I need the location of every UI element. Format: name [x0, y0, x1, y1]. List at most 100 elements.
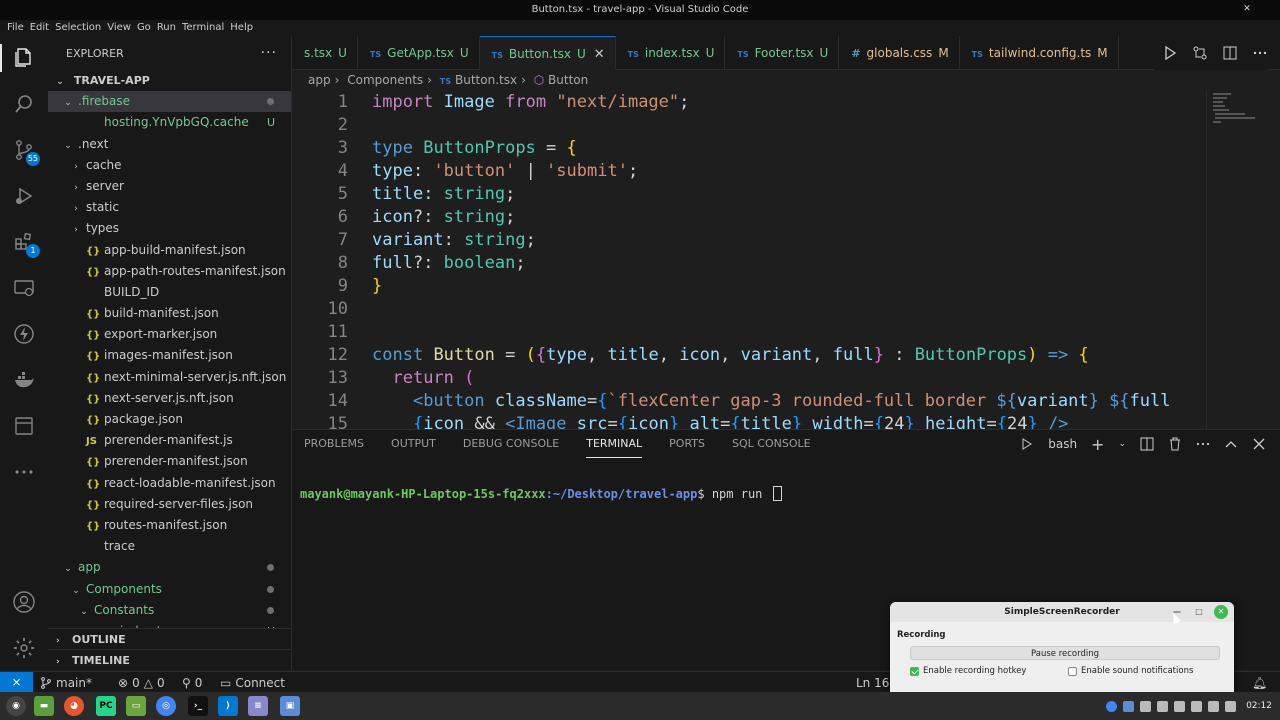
panel-tab-ports[interactable]: PORTS	[669, 430, 705, 458]
editor-tab[interactable]: TS Footer.tsx U	[725, 36, 840, 70]
close-panel-icon[interactable]	[1252, 437, 1266, 451]
tree-file[interactable]: {} routes-manifest.json	[48, 515, 291, 536]
shield-icon[interactable]	[1191, 700, 1203, 712]
tree-folder[interactable]: › cache	[48, 155, 291, 176]
pause-recording-button[interactable]: Pause recording	[910, 646, 1220, 660]
tree-file[interactable]: {} next-minimal-server.js.nft.json	[48, 367, 291, 388]
volume-icon[interactable]	[1174, 700, 1186, 712]
tree-file[interactable]: {} export-marker.json	[48, 324, 291, 345]
explorer-icon[interactable]	[0, 42, 40, 74]
tree-file[interactable]: hosting.YnVpbGQ.cache U	[48, 112, 291, 133]
minimap[interactable]	[1206, 91, 1280, 429]
connect-button[interactable]: ▭ Connect	[220, 672, 285, 693]
menu-view[interactable]: View	[104, 20, 134, 36]
close-tab-icon[interactable]: ✕	[594, 47, 605, 62]
cursor-position[interactable]: Ln 16,	[856, 672, 893, 693]
folder-icon[interactable]: ▭	[126, 696, 146, 716]
menu-file[interactable]: File	[4, 20, 27, 36]
window-close-button[interactable]: ✕	[1240, 3, 1254, 17]
terminal-dropdown-icon[interactable]: ⌄	[1118, 439, 1126, 449]
search-icon[interactable]	[8, 88, 40, 120]
start-menu-icon[interactable]: ◉	[6, 696, 26, 716]
breadcrumb-item[interactable]: Button	[548, 73, 588, 87]
screen-recorder-icon[interactable]: ▣	[280, 696, 300, 716]
code-line[interactable]: 4 type: 'button' | 'submit';	[292, 160, 638, 183]
tree-file[interactable]: {} app-build-manifest.json	[48, 240, 291, 261]
tree-folder[interactable]: ⌄ Components	[48, 579, 291, 600]
sound-checkbox[interactable]	[1068, 666, 1077, 676]
outline-section[interactable]: › OUTLINE	[48, 628, 291, 649]
remote-explorer-icon[interactable]	[8, 272, 40, 304]
menu-selection[interactable]: Selection	[52, 20, 104, 36]
editor-tab[interactable]: TS GetApp.tsx U	[358, 36, 480, 70]
panel-tab-problems[interactable]: PROBLEMS	[304, 430, 364, 458]
code-line[interactable]: 15 {icon && <Image src={icon} alt={title…	[292, 413, 1069, 429]
firefox-icon[interactable]: ◕	[64, 696, 84, 716]
menu-go[interactable]: Go	[134, 20, 154, 36]
panel-tab-output[interactable]: OUTPUT	[391, 430, 436, 458]
menu-help[interactable]: Help	[227, 20, 256, 36]
wifi-icon[interactable]	[1208, 700, 1220, 712]
tree-folder[interactable]: ⌄ .next	[48, 134, 291, 155]
panel-tab-debug-console[interactable]: DEBUG CONSOLE	[463, 430, 559, 458]
timeline-section[interactable]: › TIMELINE	[48, 649, 291, 670]
tree-file[interactable]: JS prerender-manifest.js	[48, 430, 291, 451]
code-line[interactable]: 3 type ButtonProps = {	[292, 137, 577, 160]
editor-more-icon[interactable]	[1252, 45, 1268, 61]
panel-more-icon[interactable]	[1196, 437, 1210, 451]
notifications-icon[interactable]: 🔔︎	[1252, 672, 1267, 693]
editor-tab[interactable]: s.tsx U	[292, 36, 358, 70]
maximize-panel-icon[interactable]	[1224, 437, 1238, 451]
code-line[interactable]: 10	[292, 298, 372, 321]
battery-level-icon[interactable]	[1225, 700, 1237, 712]
breadcrumb-item[interactable]: app	[308, 73, 331, 87]
recorder-tray-icon[interactable]	[1123, 700, 1135, 712]
code-line[interactable]: 6 icon?: string;	[292, 206, 516, 229]
hotkey-checkbox[interactable]	[910, 666, 919, 676]
source-control-icon[interactable]: 55	[8, 134, 40, 166]
chrome-icon[interactable]: ◎	[156, 696, 176, 716]
menu-run[interactable]: Run	[154, 20, 179, 36]
editor-tab[interactable]: # globals.css M	[839, 36, 960, 70]
code-line[interactable]: 2	[292, 114, 372, 137]
tree-file[interactable]: TSindex.tsxU	[48, 621, 291, 628]
tree-file[interactable]: {} app-path-routes-manifest.json	[48, 261, 291, 282]
vscode-icon[interactable]: ⟩	[218, 696, 238, 716]
split-editor-icon[interactable]	[1222, 45, 1238, 61]
code-line[interactable]: 12 const Button = ({type, title, icon, va…	[292, 344, 1089, 367]
menu-edit[interactable]: Edit	[27, 20, 52, 36]
code-line[interactable]: 7 variant: string;	[292, 229, 536, 252]
tree-file[interactable]: {} package.json	[48, 409, 291, 430]
tree-folder[interactable]: ⌄ app	[48, 557, 291, 578]
pycharm-icon[interactable]: PC	[96, 696, 116, 716]
files-icon[interactable]: ▬	[34, 696, 54, 716]
maximize-icon[interactable]: □	[1192, 605, 1206, 619]
tree-folder[interactable]: › server	[48, 176, 291, 197]
editor-tab[interactable]: TS tailwind.config.ts M	[960, 36, 1119, 70]
code-line[interactable]: 11	[292, 321, 372, 344]
tree-file[interactable]: {} next-server.js.nft.json	[48, 388, 291, 409]
battery-icon[interactable]	[1140, 700, 1152, 712]
breadcrumb-item[interactable]: Components	[347, 73, 423, 87]
code-line[interactable]: 9}	[292, 275, 383, 298]
close-icon[interactable]: ✕	[1214, 605, 1228, 619]
tree-file[interactable]: {} react-loadable-manifest.json	[48, 473, 291, 494]
terminal-output[interactable]: mayank@mayank-HP-Laptop-15s-fq2xxx:~/Des…	[300, 486, 782, 501]
editor-tab[interactable]: TS index.tsx U	[616, 36, 726, 70]
branch-indicator[interactable]: main*	[40, 672, 92, 693]
panel-tab-sql-console[interactable]: SQL CONSOLE	[732, 430, 811, 458]
menu-terminal[interactable]: Terminal	[179, 20, 227, 36]
split-terminal-icon[interactable]	[1140, 437, 1154, 451]
extensions-icon[interactable]: 1	[8, 226, 40, 258]
new-terminal-icon[interactable]: +	[1091, 435, 1104, 454]
docker-icon[interactable]	[8, 364, 40, 396]
bluetooth-icon[interactable]	[1157, 700, 1169, 712]
account-icon[interactable]	[8, 586, 40, 618]
problems-indicator[interactable]: ⊗ 0 △ 0	[118, 672, 165, 693]
trash-icon[interactable]	[1168, 437, 1182, 451]
chrome-tray-icon[interactable]	[1106, 700, 1118, 712]
settings-gear-icon[interactable]	[8, 632, 40, 664]
tree-file[interactable]: trace	[48, 536, 291, 557]
shell-name[interactable]: bash	[1048, 437, 1077, 451]
code-line[interactable]: 5 title: string;	[292, 183, 516, 206]
